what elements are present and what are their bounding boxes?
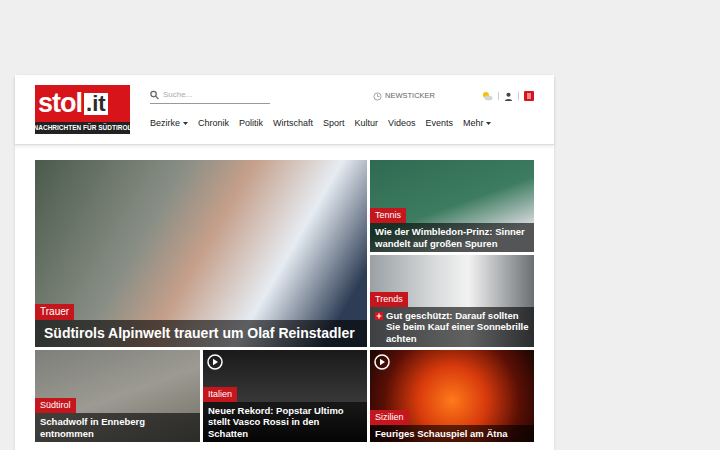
newsticker-link[interactable]: NEWSTICKER [373,90,435,101]
tile-title[interactable]: Neuer Rekord: Popstar Ultimo stellt Vasc… [203,402,367,442]
news-grid: TrauerSüdtirols Alpinwelt trauert um Ola… [35,160,534,442]
category-label[interactable]: Trends [370,292,408,307]
tile-title[interactable]: Südtirols Alpinwelt trauert um Olaf Rein… [35,320,367,348]
news-tile[interactable]: SizilienFeuriges Schauspiel am Ätna [370,350,534,442]
category-label[interactable]: Tennis [370,208,406,223]
premium-icon [375,312,383,320]
tile-title[interactable]: Feuriges Schauspiel am Ätna [370,425,534,442]
category-label[interactable]: Südtirol [35,398,76,413]
news-tile[interactable]: TrendsGut geschützt: Darauf sollten Sie … [370,255,534,347]
nav-item[interactable]: Chronik [198,117,229,131]
news-tile[interactable]: SüdtirolSchadwolf in Enneberg entnommen [35,350,200,442]
category-label[interactable]: Italien [203,387,237,402]
caret-icon [486,122,491,125]
nav-item[interactable]: Kultur [355,117,379,131]
tile-title[interactable]: Schadwolf in Enneberg entnommen [35,413,200,442]
user-icon[interactable] [504,92,513,101]
category-label[interactable]: Sizilien [370,410,409,425]
nav-item[interactable]: Videos [388,117,415,131]
news-tile[interactable]: TrauerSüdtirols Alpinwelt trauert um Ola… [35,160,367,347]
clock-icon [373,92,382,101]
news-tile[interactable]: ItalienNeuer Rekord: Popstar Ultimo stel… [203,350,367,442]
play-icon[interactable] [207,354,223,370]
main-nav: Bezirke Chronik Politik Wirtschaft Sport Kult… [150,117,534,131]
category-label[interactable]: Trauer [35,304,74,320]
play-icon[interactable] [374,354,390,370]
nav-item[interactable]: Politik [239,117,263,131]
logo[interactable]: stol.it NACHRICHTEN FÜR SÜDTIROL [35,85,130,134]
premium-icon[interactable] [524,91,534,101]
search-input[interactable] [163,89,270,101]
search-icon [150,90,159,100]
tile-title[interactable]: Wie der Wimbledon-Prinz: Sinner wandelt … [370,223,534,252]
weather-icon[interactable] [481,91,493,101]
news-tile[interactable]: TennisWie der Wimbledon-Prinz: Sinner wa… [370,160,534,252]
nav-item[interactable]: Sport [323,117,345,131]
nav-item[interactable]: Events [425,117,453,131]
search-field[interactable] [150,89,270,104]
caret-icon [183,122,188,125]
nav-item[interactable]: Mehr [463,117,492,131]
site-header: stol.it NACHRICHTEN FÜR SÜDTIROL NEWSTIC… [15,75,554,145]
tile-title[interactable]: Gut geschützt: Darauf sollten Sie beim K… [370,307,534,347]
nav-item[interactable]: Wirtschaft [273,117,313,131]
nav-item[interactable]: Bezirke [150,117,188,131]
